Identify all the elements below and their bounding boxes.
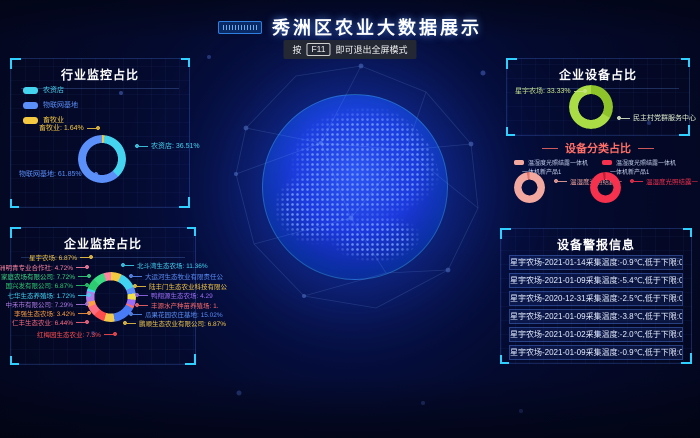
industry-ratio-panel: 行业监控占比 农资店 物联网基地 畜牧业 畜牧业: 1.64% 农资店: 36.… <box>10 58 190 208</box>
title-decoration-line <box>638 148 654 149</box>
hint-prefix: 按 <box>292 43 301 56</box>
corner-decoration <box>181 58 190 67</box>
brand-logo <box>218 21 262 34</box>
legend-item[interactable]: 温湿度光照结露一体机 <box>602 158 676 167</box>
corner-decoration <box>187 227 196 236</box>
legend-swatch <box>23 117 38 124</box>
device-category-title: 设备分类占比 <box>506 138 690 156</box>
title-decoration-line <box>542 148 558 149</box>
fullscreen-hint: 按 F11 即可退出全屏模式 <box>283 40 416 59</box>
alarm-row[interactable]: 星宇农场-2021-01-09采集温度:-5.4℃,低于下限:0℃ <box>509 273 683 288</box>
pie-label: 鸭翔源生态农场: 4.29 <box>135 290 213 300</box>
corner-decoration <box>506 127 515 136</box>
pie-label: 农资店: 36.51% <box>135 141 200 151</box>
pie-label: 温湿度光照结露一 <box>630 176 698 186</box>
header: 秀洲区农业大数据展示 <box>0 12 700 42</box>
equipment-ratio-panel: 企业设备占比 星宇农场: 33.33% 民主村党群服务中心 <box>506 58 690 136</box>
legend-sub-label: 一体机新产品1 <box>610 167 649 176</box>
device-donut-right[interactable] <box>590 172 621 203</box>
corner-decoration <box>500 355 509 364</box>
alarm-row[interactable]: 星宇农场-2021-01-14采集温度:-0.9℃,低于下限:0℃ <box>509 255 683 270</box>
corner-decoration <box>683 228 692 237</box>
pie-label: 红梅园生态农业: 7.3% <box>37 329 117 339</box>
pie-label: 大运河生态牧业有限责任公 <box>129 271 223 281</box>
device-category-section: 设备分类占比 温湿度光照结露一体机 一体机新产品1 温湿度光照结露一 温湿度光照… <box>506 138 690 224</box>
globe-dot-map <box>270 102 440 272</box>
pie-label: 国兴发有限公司: 6.87% <box>5 280 89 290</box>
pie-label: 畜牧业: 1.64% <box>39 123 100 133</box>
equipment-panel-title: 企业设备占比 <box>517 59 679 89</box>
pie-label: 北斗湾生态农场: 11.36% <box>121 260 208 270</box>
legend-swatch <box>23 87 38 94</box>
corner-decoration <box>10 199 19 208</box>
alarm-row[interactable]: 星宇农场-2021-01-02采集温度:-2.0℃,低于下限:0℃ <box>509 327 683 342</box>
pie-label: 鹏顺生态农业有限公司: 6.87% <box>123 318 226 328</box>
pie-label: 物联网基地: 61.85% <box>19 169 98 179</box>
legend-item[interactable]: 农资店 <box>23 85 78 95</box>
pie-label: 民主村党群服务中心 <box>617 113 696 123</box>
legend-item[interactable]: 物联网基地 <box>23 100 78 110</box>
dashboard: 秀洲区农业大数据展示 按 F11 即可退出全屏模式 行业监控占比 农资店 物联网… <box>0 0 700 438</box>
legend-label: 物联网基地 <box>43 100 78 110</box>
legend-swatch <box>23 102 38 109</box>
enterprise-ratio-panel: 企业监控占比 星宇农场: 6.87% 秀洲明青专业合作社: 4.72% 家庭农场… <box>10 227 196 365</box>
device-donut-left[interactable] <box>514 172 545 203</box>
legend-label: 农资店 <box>43 85 64 95</box>
alarm-row[interactable]: 星宇农场-2021-01-09采集温度:-0.9℃,低于下限:0℃ <box>509 345 683 360</box>
alarm-row[interactable]: 星宇农场-2021-01-09采集温度:-3.8℃,低于下限:0℃ <box>509 309 683 324</box>
corner-decoration <box>681 58 690 67</box>
pie-label: 星宇农场: 33.33% <box>515 86 587 96</box>
pie-label: 仁丰生态农业: 6.44% <box>12 317 89 327</box>
page-title: 秀洲区农业大数据展示 <box>272 14 482 40</box>
alarm-list: 星宇农场-2021-01-14采集温度:-0.9℃,低于下限:0℃ 星宇农场-2… <box>509 255 683 360</box>
legend-swatch <box>514 160 524 165</box>
legend-swatch <box>602 160 612 165</box>
device-alarm-panel: 设备警报信息 星宇农场-2021-01-14采集温度:-0.9℃,低于下限:0℃… <box>500 228 692 364</box>
globe-visual <box>262 94 448 280</box>
corner-decoration <box>10 356 19 365</box>
background-particles <box>0 0 2 2</box>
industry-legend: 农资店 物联网基地 畜牧业 <box>23 85 78 125</box>
legend-label: 温湿度光照结露一体机 <box>616 158 676 167</box>
legend-label: 温湿度光照结露一体机 <box>528 158 588 167</box>
pie-label: 星宇农场: 6.87% <box>29 252 93 262</box>
device-category-title-text: 设备分类占比 <box>565 140 631 156</box>
f11-key-badge: F11 <box>306 43 330 56</box>
legend-item[interactable]: 温湿度光照结露一体机 <box>514 158 588 167</box>
alarm-row[interactable]: 星宇农场-2020-12-31采集温度:-2.5℃,低于下限:0℃ <box>509 291 683 306</box>
hint-suffix: 即可退出全屏模式 <box>336 43 408 56</box>
